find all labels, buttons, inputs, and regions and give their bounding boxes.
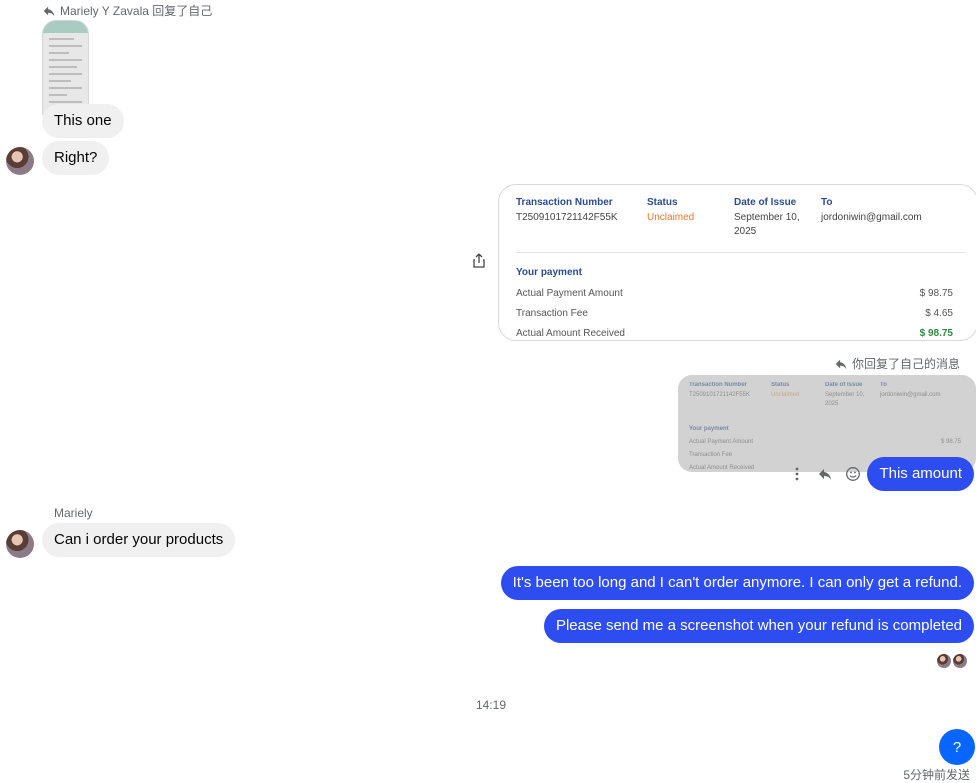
quoted-to: jordoniwin@gmail.com (880, 392, 941, 398)
emoji-icon[interactable] (843, 464, 863, 484)
receipt-image[interactable]: Transaction Number T2509101721142F55K St… (498, 184, 976, 341)
message-send-screenshot[interactable]: Please send me a screenshot when your re… (543, 609, 974, 643)
quoted-actual-payment: $ 98.75 (941, 439, 962, 445)
quoted-to-label: To (880, 382, 887, 388)
reply-header-text: Mariely Y Zavala 回复了自己 (60, 4, 213, 18)
sent-status: 5分钟前发送 (903, 768, 970, 782)
message-this-one[interactable]: This one (42, 104, 124, 138)
quoted-transaction-number: T2509101721142F55K (689, 392, 750, 398)
actual-payment-value: $ 98.75 (919, 288, 953, 299)
actual-payment-label: Actual Payment Amount (516, 288, 623, 299)
message-can-order[interactable]: Can i order your products (42, 523, 236, 557)
quoted-date-line1: September 10, (825, 392, 865, 398)
fee-value: $ 4.65 (925, 308, 953, 319)
message-right[interactable]: Right? (42, 141, 110, 175)
quoted-actual-payment-label: Actual Payment Amount (689, 439, 754, 445)
divider (516, 252, 966, 253)
quoted-status-label: Status (771, 382, 790, 388)
transaction-number: T2509101721142F55K (516, 212, 618, 223)
quoted-date-line2: 2025 (825, 401, 839, 407)
avatar[interactable] (6, 147, 34, 175)
date-line1: September 10, (734, 212, 800, 223)
timestamp: 14:19 (476, 698, 507, 712)
message-this-amount[interactable]: This amount (867, 457, 974, 491)
quoted-fee-label: Transaction Fee (689, 452, 733, 458)
quoted-status: Unclaimed (771, 392, 800, 398)
share-icon[interactable] (469, 251, 489, 271)
quoted-received-label: Actual Amount Received (689, 465, 755, 471)
reply-header-self-text: 你回复了自己的消息 (851, 357, 960, 371)
reply-icon (835, 359, 847, 369)
read-receipt-avatar (953, 654, 967, 668)
sender-name: Mariely (54, 506, 93, 520)
quoted-your-payment: Your payment (689, 426, 729, 432)
message-too-long[interactable]: It's been too long and I can't order any… (500, 566, 974, 600)
quoted-transaction-number-label: Transaction Number (689, 382, 748, 388)
reply-header-self: 你回复了自己的消息 (834, 355, 960, 372)
date-line2: 2025 (734, 226, 757, 237)
more-icon[interactable] (787, 464, 807, 484)
received-value: $ 98.75 (919, 328, 953, 339)
replied-image-thumbnail[interactable] (42, 20, 89, 117)
status-value: Unclaimed (647, 212, 695, 223)
reply-icon[interactable] (815, 464, 835, 484)
reply-header: Mariely Y Zavala 回复了自己 (42, 2, 212, 19)
your-payment-heading: Your payment (516, 267, 582, 278)
received-label: Actual Amount Received (516, 328, 625, 339)
avatar[interactable] (6, 530, 34, 558)
read-receipt-avatar (937, 654, 951, 668)
help-button[interactable]: ? (939, 729, 975, 765)
to-label: To (821, 197, 833, 208)
date-label: Date of Issue (734, 197, 797, 208)
transaction-number-label: Transaction Number (516, 197, 613, 208)
to-value: jordoniwin@gmail.com (821, 212, 922, 223)
status-label: Status (647, 197, 678, 208)
quoted-date-label: Date of Issue (825, 382, 863, 388)
fee-label: Transaction Fee (516, 308, 588, 319)
reply-icon (43, 6, 55, 16)
